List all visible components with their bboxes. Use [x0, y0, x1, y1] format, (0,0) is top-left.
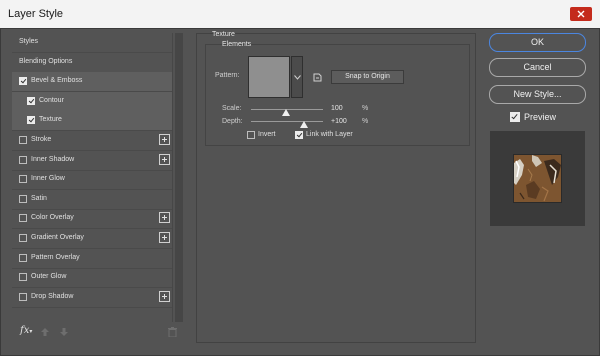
new-style-button[interactable]: New Style...	[489, 85, 586, 104]
add-gradient-overlay-button[interactable]	[159, 232, 170, 243]
elements-group-title: Elements	[222, 41, 252, 48]
styles-list-item-outer-glow[interactable]: Outer Glow	[12, 268, 172, 288]
styles-list-item-label: Satin	[31, 195, 47, 202]
styles-list-item-stroke[interactable]: Stroke	[12, 131, 172, 151]
link-with-layer-checkbox[interactable]	[295, 131, 303, 139]
invert-label: Invert	[258, 131, 276, 138]
add-stroke-button[interactable]	[159, 134, 170, 145]
styles-list: Styles Blending Options Bevel & Emboss Cont…	[12, 33, 173, 322]
styles-list-item-label: Styles	[19, 38, 39, 45]
styles-list-item-label: Pattern Overlay	[31, 254, 80, 261]
styles-list-item-label: Blending Options	[19, 58, 73, 65]
cancel-button[interactable]: Cancel	[489, 58, 586, 77]
pattern-swatch[interactable]	[248, 56, 290, 98]
texture-group-title: Texture	[212, 31, 235, 38]
preview-label: Preview	[524, 112, 557, 122]
styles-list-item-label: Color Overlay	[31, 214, 74, 221]
styles-list-item-gradient-overlay[interactable]: Gradient Overlay	[12, 229, 172, 249]
styles-list-item-label: Contour	[39, 97, 64, 104]
arrow-up-icon[interactable]	[41, 328, 49, 336]
styles-list-item-satin[interactable]: Satin	[12, 190, 172, 210]
close-icon	[577, 10, 585, 18]
drop-shadow-checkbox[interactable]	[19, 293, 27, 301]
chevron-down-icon	[294, 75, 301, 80]
styles-list-item-blending-options[interactable]: Blending Options	[12, 53, 172, 73]
styles-list-item-label: Bevel & Emboss	[31, 77, 83, 84]
depth-value[interactable]: +100	[331, 118, 347, 125]
styles-list-item-contour[interactable]: Contour	[12, 92, 172, 112]
trash-icon[interactable]	[168, 327, 177, 337]
depth-unit: %	[362, 118, 369, 125]
color-overlay-checkbox[interactable]	[19, 214, 27, 222]
stroke-checkbox[interactable]	[19, 136, 27, 144]
link-with-layer-label: Link with Layer	[306, 131, 353, 138]
pattern-picker-dropdown[interactable]	[291, 56, 303, 98]
fur-texture-image	[514, 155, 561, 202]
depth-label: Depth:	[222, 118, 243, 125]
styles-list-item-label: Texture	[39, 116, 62, 123]
styles-list-scrollbar[interactable]	[175, 33, 183, 322]
gradient-overlay-checkbox[interactable]	[19, 234, 27, 242]
inner-shadow-checkbox[interactable]	[19, 156, 27, 164]
snap-to-origin-button[interactable]: Snap to Origin	[331, 70, 404, 84]
add-inner-shadow-button[interactable]	[159, 154, 170, 165]
styles-list-item-inner-glow[interactable]: Inner Glow	[12, 170, 172, 190]
styles-list-item-label: Inner Shadow	[31, 156, 75, 163]
styles-list-item-bevel-emboss[interactable]: Bevel & Emboss	[12, 72, 172, 92]
style-preview-thumbnail	[513, 154, 562, 203]
styles-list-item-label: Stroke	[31, 136, 52, 143]
contour-checkbox[interactable]	[27, 97, 35, 105]
fx-menu-button[interactable]: fx▾	[20, 325, 32, 336]
close-button[interactable]	[570, 7, 592, 21]
styles-list-item-texture[interactable]: Texture	[12, 111, 172, 131]
texture-checkbox[interactable]	[27, 116, 35, 124]
fx-icon: fx	[20, 325, 30, 336]
bevel-emboss-checkbox[interactable]	[19, 77, 27, 85]
styles-list-footer: fx▾	[12, 322, 183, 344]
depth-slider-track[interactable]	[251, 121, 323, 122]
preview-checkbox[interactable]	[510, 112, 520, 122]
scale-unit: %	[362, 105, 369, 112]
styles-list-item-label: Drop Shadow	[31, 293, 74, 300]
pattern-label: Pattern:	[215, 72, 240, 79]
styles-list-item-pattern-overlay[interactable]: Pattern Overlay	[12, 249, 172, 269]
new-preset-icon[interactable]	[313, 73, 322, 82]
inner-glow-checkbox[interactable]	[19, 175, 27, 183]
arrow-down-icon[interactable]	[60, 328, 68, 336]
add-drop-shadow-button[interactable]	[159, 291, 170, 302]
window-title: Layer Style	[8, 8, 64, 20]
styles-list-item-label: Inner Glow	[31, 175, 65, 182]
styles-list-item-label: Gradient Overlay	[31, 234, 84, 241]
styles-list-item-drop-shadow[interactable]: Drop Shadow	[12, 288, 172, 308]
satin-checkbox[interactable]	[19, 195, 27, 203]
invert-checkbox[interactable]	[247, 131, 255, 139]
scale-value[interactable]: 100	[331, 105, 343, 112]
styles-list-item-inner-shadow[interactable]: Inner Shadow	[12, 151, 172, 171]
outer-glow-checkbox[interactable]	[19, 273, 27, 281]
ok-button[interactable]: OK	[489, 33, 586, 52]
scale-slider-thumb[interactable]	[282, 109, 290, 116]
styles-list-item-color-overlay[interactable]: Color Overlay	[12, 209, 172, 229]
title-bar: Layer Style	[0, 0, 600, 29]
pattern-overlay-checkbox[interactable]	[19, 254, 27, 262]
scale-label: Scale:	[222, 105, 242, 112]
add-color-overlay-button[interactable]	[159, 212, 170, 223]
styles-list-item-styles[interactable]: Styles	[12, 33, 172, 53]
depth-slider-thumb[interactable]	[300, 121, 308, 128]
styles-list-item-label: Outer Glow	[31, 273, 67, 280]
